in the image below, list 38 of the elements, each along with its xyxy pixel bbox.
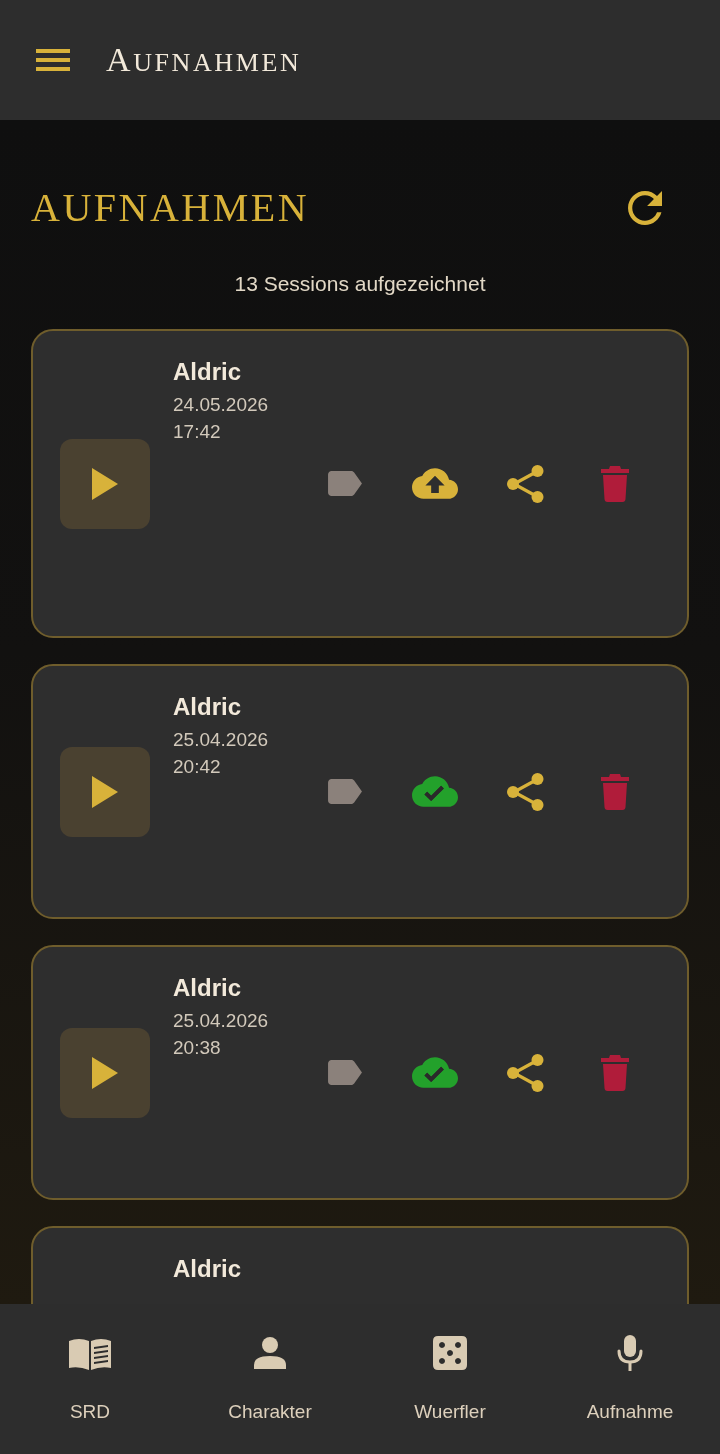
open-book-icon <box>69 1336 111 1370</box>
microphone-icon <box>617 1335 643 1371</box>
play-icon <box>92 467 118 500</box>
cloud-check-icon[interactable] <box>412 1057 458 1088</box>
share-icon[interactable] <box>506 464 544 503</box>
play-icon <box>92 775 118 808</box>
play-button[interactable] <box>60 746 150 837</box>
recording-time: 20:42 <box>173 755 221 779</box>
tag-icon[interactable] <box>327 779 363 804</box>
recording-date: 25.04.2026 <box>173 728 269 752</box>
page-heading: AUFNAHMEN <box>31 184 310 232</box>
session-count: 13 Sessions aufgezeichnet <box>233 271 487 297</box>
recording-date: 24.05.2026 <box>173 393 269 417</box>
refresh-icon[interactable] <box>628 191 662 225</box>
person-icon <box>254 1337 286 1369</box>
nav-tab[interactable]: Wuerfler <box>360 1304 540 1454</box>
recording-name: Aldric <box>173 1254 241 1284</box>
nav-tab[interactable]: SRD <box>0 1304 180 1454</box>
play-icon <box>92 1056 118 1089</box>
play-button[interactable] <box>60 1027 150 1118</box>
recording-name: Aldric <box>173 692 241 722</box>
tag-icon[interactable] <box>327 471 363 496</box>
nav-tab[interactable]: Charakter <box>180 1304 360 1454</box>
play-button[interactable] <box>60 438 150 529</box>
nav-tab[interactable]: Aufnahme <box>540 1304 720 1454</box>
cloud-check-icon[interactable] <box>412 776 458 807</box>
recording-name: Aldric <box>173 357 241 387</box>
menu-icon[interactable] <box>36 49 70 71</box>
recording-time: 17:42 <box>173 420 221 444</box>
recording-time: 20:38 <box>173 1036 221 1060</box>
share-icon[interactable] <box>506 1053 544 1092</box>
recording-name: Aldric <box>173 973 241 1003</box>
dice-icon <box>433 1336 467 1370</box>
share-icon[interactable] <box>506 772 544 811</box>
recording-date: 25.04.2026 <box>173 1009 269 1033</box>
cloud-upload-icon[interactable] <box>412 468 458 499</box>
app-bar-title: AUFNAHMEN <box>106 41 302 79</box>
tag-icon[interactable] <box>327 1060 363 1085</box>
